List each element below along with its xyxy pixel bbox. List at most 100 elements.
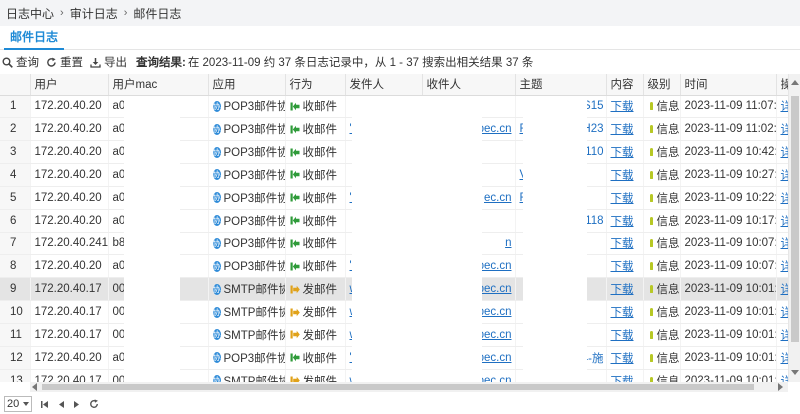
export-label: 导出: [104, 57, 127, 69]
cell-content: 下载: [606, 254, 644, 279]
send-mail-icon: [290, 308, 300, 317]
cell-time: 2023-11-09 11:02:20: [680, 117, 777, 142]
cell-action: 收邮件: [285, 163, 346, 187]
level-label: 信息: [656, 147, 680, 160]
column-header-content[interactable]: 内容: [606, 74, 644, 96]
download-link[interactable]: 下载: [611, 170, 634, 182]
cell-app: 协POP3邮件协议: [208, 254, 286, 279]
cell-level: 信息: [643, 232, 681, 256]
cell-user: 172.20.40.20: [30, 346, 109, 370]
cell-content: 下载: [606, 277, 644, 302]
download-link[interactable]: 下载: [611, 284, 634, 296]
download-link[interactable]: 下载: [611, 147, 634, 159]
column-header-user[interactable]: 用户: [30, 74, 109, 96]
reset-button[interactable]: 重置: [46, 54, 83, 70]
cell-time: 2023-11-09 10:01:47: [680, 369, 777, 382]
tab-bar: 邮件日志: [0, 26, 800, 50]
next-page-button[interactable]: [73, 400, 81, 409]
level-label: 信息: [656, 375, 680, 382]
cell-user: 172.20.40.20: [30, 140, 109, 165]
breadcrumb-item-log-center[interactable]: 日志中心: [6, 5, 54, 22]
row-number: 2: [0, 117, 31, 142]
vertical-scroll-thumb[interactable]: [791, 96, 799, 342]
app-label: POP3邮件协议: [223, 352, 285, 365]
export-button[interactable]: 导出: [90, 54, 127, 70]
tab-mail-log[interactable]: 邮件日志: [4, 26, 64, 50]
cell-app: 协POP3邮件协议: [208, 186, 286, 210]
cell-content: 下载: [606, 346, 644, 370]
app-protocol-icon: 协: [212, 123, 221, 135]
search-icon: [2, 57, 13, 68]
cell-content: 下载: [606, 323, 644, 347]
cell-time: 2023-11-09 10:07:03: [680, 254, 777, 279]
level-label: 信息: [656, 169, 680, 182]
cell-time: 2023-11-09 11:07:28: [680, 95, 777, 119]
query-button[interactable]: 查询: [2, 54, 39, 70]
prev-page-button[interactable]: [57, 400, 65, 409]
cell-level: 信息: [643, 163, 681, 187]
cell-time: 2023-11-09 10:17:13: [680, 209, 777, 233]
cell-app: 协POP3邮件协议: [208, 209, 286, 233]
column-header-receiver[interactable]: 收件人: [422, 74, 516, 96]
column-header-action[interactable]: 行为: [285, 74, 346, 96]
app-label: SMTP邮件协议: [223, 284, 285, 297]
app-label: POP3邮件协议: [223, 169, 285, 182]
horizontal-scrollbar[interactable]: [30, 382, 788, 392]
column-header-sender[interactable]: 发件人: [345, 74, 423, 96]
refresh-icon: [90, 399, 98, 408]
app-label: POP3邮件协议: [223, 101, 285, 114]
info-bulb-icon: [649, 216, 653, 225]
cell-content: 下载: [606, 369, 644, 382]
first-page-button[interactable]: [40, 400, 49, 409]
download-link[interactable]: 下载: [611, 307, 634, 319]
cell-user: 172.20.40.17: [30, 277, 109, 302]
horizontal-scroll-thumb[interactable]: [42, 384, 754, 390]
cell-action: 发邮件: [285, 369, 346, 382]
breadcrumb-separator-icon: ›: [123, 7, 128, 19]
refresh-button[interactable]: [89, 399, 99, 409]
cell-time: 2023-11-09 10:27:24: [680, 163, 777, 187]
cell-level: 信息: [643, 323, 681, 347]
cell-level: 信息: [643, 369, 681, 382]
download-link[interactable]: 下载: [611, 216, 634, 228]
download-link[interactable]: 下载: [611, 330, 634, 342]
download-link[interactable]: 下载: [611, 124, 634, 136]
receive-mail-icon: [290, 170, 299, 179]
breadcrumb-separator-icon: ›: [60, 7, 64, 19]
column-header-app[interactable]: 应用: [208, 74, 286, 96]
level-label: 信息: [656, 307, 680, 320]
subject-right: 118: [585, 214, 604, 227]
row-number: 11: [0, 323, 31, 347]
download-link[interactable]: 下载: [611, 238, 634, 250]
cell-level: 信息: [643, 209, 681, 233]
cell-content: 下载: [606, 209, 644, 233]
vertical-scrollbar[interactable]: [788, 74, 800, 382]
cell-action: 收邮件: [285, 140, 346, 165]
download-link[interactable]: 下载: [611, 101, 634, 113]
cell-action: 收邮件: [285, 117, 346, 142]
scroll-left-icon[interactable]: [32, 383, 37, 391]
scroll-right-icon[interactable]: [778, 383, 783, 391]
download-link[interactable]: 下载: [611, 353, 634, 365]
redaction-block: [352, 96, 482, 382]
level-label: 信息: [656, 284, 680, 297]
download-link[interactable]: 下载: [611, 193, 634, 205]
action-label: 收邮件: [302, 124, 338, 137]
scroll-down-icon[interactable]: [791, 370, 799, 375]
download-link[interactable]: 下载: [611, 261, 634, 273]
row-number: 5: [0, 186, 31, 210]
page-size-select[interactable]: 20: [4, 396, 32, 412]
column-header-time[interactable]: 时间: [680, 74, 777, 96]
cell-user: 172.20.40.20: [30, 163, 109, 187]
cell-time: 2023-11-09 10:01:56: [680, 277, 777, 302]
scroll-up-icon[interactable]: [791, 80, 799, 85]
info-bulb-icon: [649, 193, 653, 202]
column-header-level[interactable]: 级别: [643, 74, 681, 96]
row-number: 10: [0, 300, 31, 324]
cell-action: 发邮件: [285, 300, 346, 324]
column-header-user-mac[interactable]: 用户mac: [108, 74, 209, 96]
app-label: POP3邮件协议: [223, 215, 285, 228]
column-header-subject[interactable]: 主题: [515, 74, 607, 96]
row-number: 3: [0, 140, 31, 165]
breadcrumb-item-audit-log[interactable]: 审计日志: [70, 5, 118, 22]
